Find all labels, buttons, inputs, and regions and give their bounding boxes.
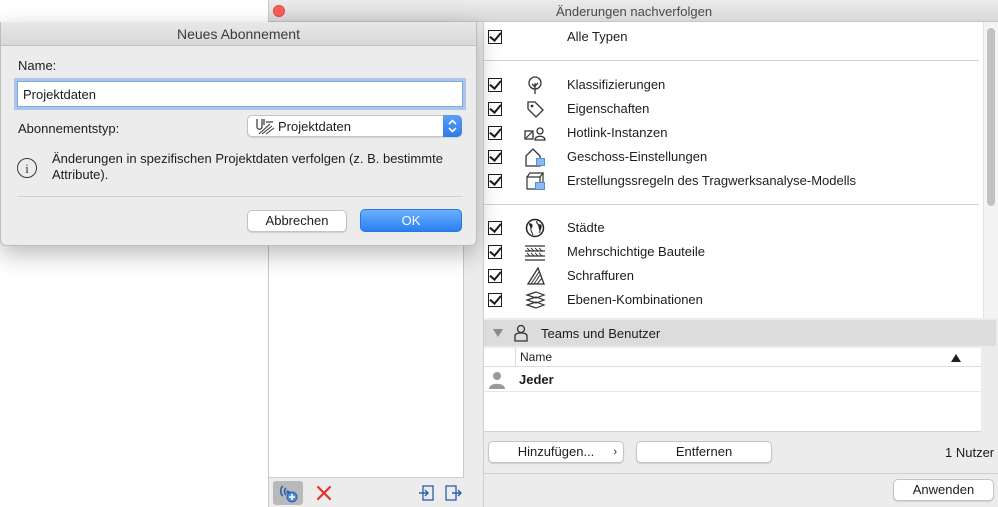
new-subscription-dialog: Neues Abonnement Name: Abonnementstyp: P… (0, 22, 477, 246)
user-count: 1 Nutzer (945, 445, 995, 460)
person-icon (489, 372, 505, 389)
type-label: Eigenschaften (567, 101, 650, 116)
layers-icon (525, 245, 545, 261)
dialog-titlebar: Neues Abonnement (1, 22, 476, 46)
add-user-button[interactable]: Hinzufügen... › (488, 441, 624, 463)
name-input[interactable] (17, 81, 463, 107)
type-row-composites[interactable]: Mehrschichtige Bauteile (484, 240, 984, 264)
layer-combo-icon (525, 291, 546, 309)
apply-button[interactable]: Anwenden (893, 479, 994, 501)
type-label: Alle Typen (567, 29, 628, 44)
types-list: Alle Typen Klassifizierungen Eigenschaft… (484, 22, 984, 318)
info-glyph: i (25, 161, 29, 176)
type-label: Hotlink-Instanzen (567, 125, 668, 140)
sort-ascending-icon[interactable] (951, 354, 961, 362)
table-header: Name (484, 348, 981, 367)
remove-user-button[interactable]: Entfernen (636, 441, 772, 463)
type-row-properties[interactable]: Eigenschaften (484, 97, 984, 121)
disclosure-triangle-icon[interactable] (493, 329, 503, 337)
column-header-name[interactable]: Name (520, 350, 552, 364)
table-row[interactable]: Jeder (484, 368, 981, 392)
globe-icon (525, 218, 545, 238)
type-row-all[interactable]: Alle Typen (484, 25, 984, 49)
hatch-icon (526, 266, 545, 285)
separator (484, 473, 998, 474)
building-icon (525, 148, 545, 167)
type-row-hotlinks[interactable]: Hotlink-Instanzen (484, 121, 984, 145)
tree-icon (528, 76, 542, 94)
type-label: Geschoss-Einstellungen (567, 149, 708, 164)
checkbox[interactable] (488, 269, 502, 283)
checkbox[interactable] (488, 126, 502, 140)
chevron-right-icon: › (613, 446, 617, 458)
subscription-add-icon (279, 485, 298, 503)
type-row-structural-rules[interactable]: Erstellungssregeln des Tragwerksanalyse-… (484, 169, 984, 193)
select-value: Projektdaten (278, 119, 351, 134)
teams-section-header[interactable]: Teams und Benutzer (484, 320, 996, 346)
select-stepper[interactable] (443, 115, 462, 137)
tag-icon (527, 101, 544, 118)
checkbox[interactable] (488, 78, 502, 92)
import-button[interactable] (412, 481, 442, 505)
user-icon (514, 324, 528, 342)
user-name: Jeder (519, 372, 554, 387)
ok-button[interactable]: OK (360, 209, 462, 232)
type-row-fills[interactable]: Schraffuren (484, 264, 984, 288)
type-label: Mehrschichtige Bauteile (567, 244, 706, 259)
separator (484, 60, 979, 61)
scroll-thumb[interactable] (987, 28, 995, 206)
users-table: Name Jeder (484, 348, 981, 432)
subscriptions-toolbar (269, 477, 464, 507)
chevron-updown-icon (448, 119, 457, 133)
window-title: Änderungen nachverfolgen (555, 4, 713, 19)
checkbox[interactable] (488, 102, 502, 116)
export-button[interactable] (441, 481, 465, 505)
checkbox[interactable] (488, 245, 502, 259)
export-icon (445, 485, 462, 501)
hotlink-icon (524, 127, 546, 141)
project-data-icon (256, 119, 275, 135)
import-icon (419, 485, 434, 501)
column-divider (515, 348, 516, 367)
type-label: Erstellungssregeln des Tragwerksanalyse-… (567, 173, 857, 188)
type-row-cities[interactable]: Städte (484, 216, 984, 240)
checkbox[interactable] (488, 221, 502, 235)
type-label: Ebenen-Kombinationen (567, 292, 703, 307)
add-user-label: Hinzufügen... (517, 444, 595, 459)
new-subscription-button[interactable] (273, 481, 303, 505)
checkbox[interactable] (488, 174, 502, 188)
subscription-type-label: Abonnementstyp: (18, 121, 120, 136)
type-row-layer-combos[interactable]: Ebenen-Kombinationen (484, 288, 984, 312)
type-row-classifications[interactable]: Klassifizierungen (484, 73, 984, 97)
type-label: Klassifizierungen (567, 77, 666, 92)
separator (17, 196, 463, 197)
type-label: Schraffuren (567, 268, 634, 283)
window-titlebar: Änderungen nachverfolgen (269, 0, 998, 22)
separator (484, 204, 979, 205)
subscription-type-select[interactable]: Projektdaten (247, 115, 462, 137)
cancel-button[interactable]: Abbrechen (247, 210, 347, 232)
info-text: Änderungen in spezifischen Projektdaten … (52, 151, 443, 182)
checkbox[interactable] (488, 30, 502, 44)
dialog-title: Neues Abonnement (177, 26, 300, 42)
type-label: Städte (567, 220, 605, 235)
types-scrollbar[interactable] (983, 22, 998, 318)
type-row-stories[interactable]: Geschoss-Einstellungen (484, 145, 984, 169)
info-icon: i (17, 158, 37, 178)
structural-model-icon (526, 172, 545, 190)
teams-header-label: Teams und Benutzer (541, 326, 661, 341)
delete-subscription-button[interactable] (309, 481, 339, 505)
checkbox[interactable] (488, 150, 502, 164)
name-label: Name: (18, 58, 57, 73)
close-icon (316, 485, 332, 501)
checkbox[interactable] (488, 293, 502, 307)
